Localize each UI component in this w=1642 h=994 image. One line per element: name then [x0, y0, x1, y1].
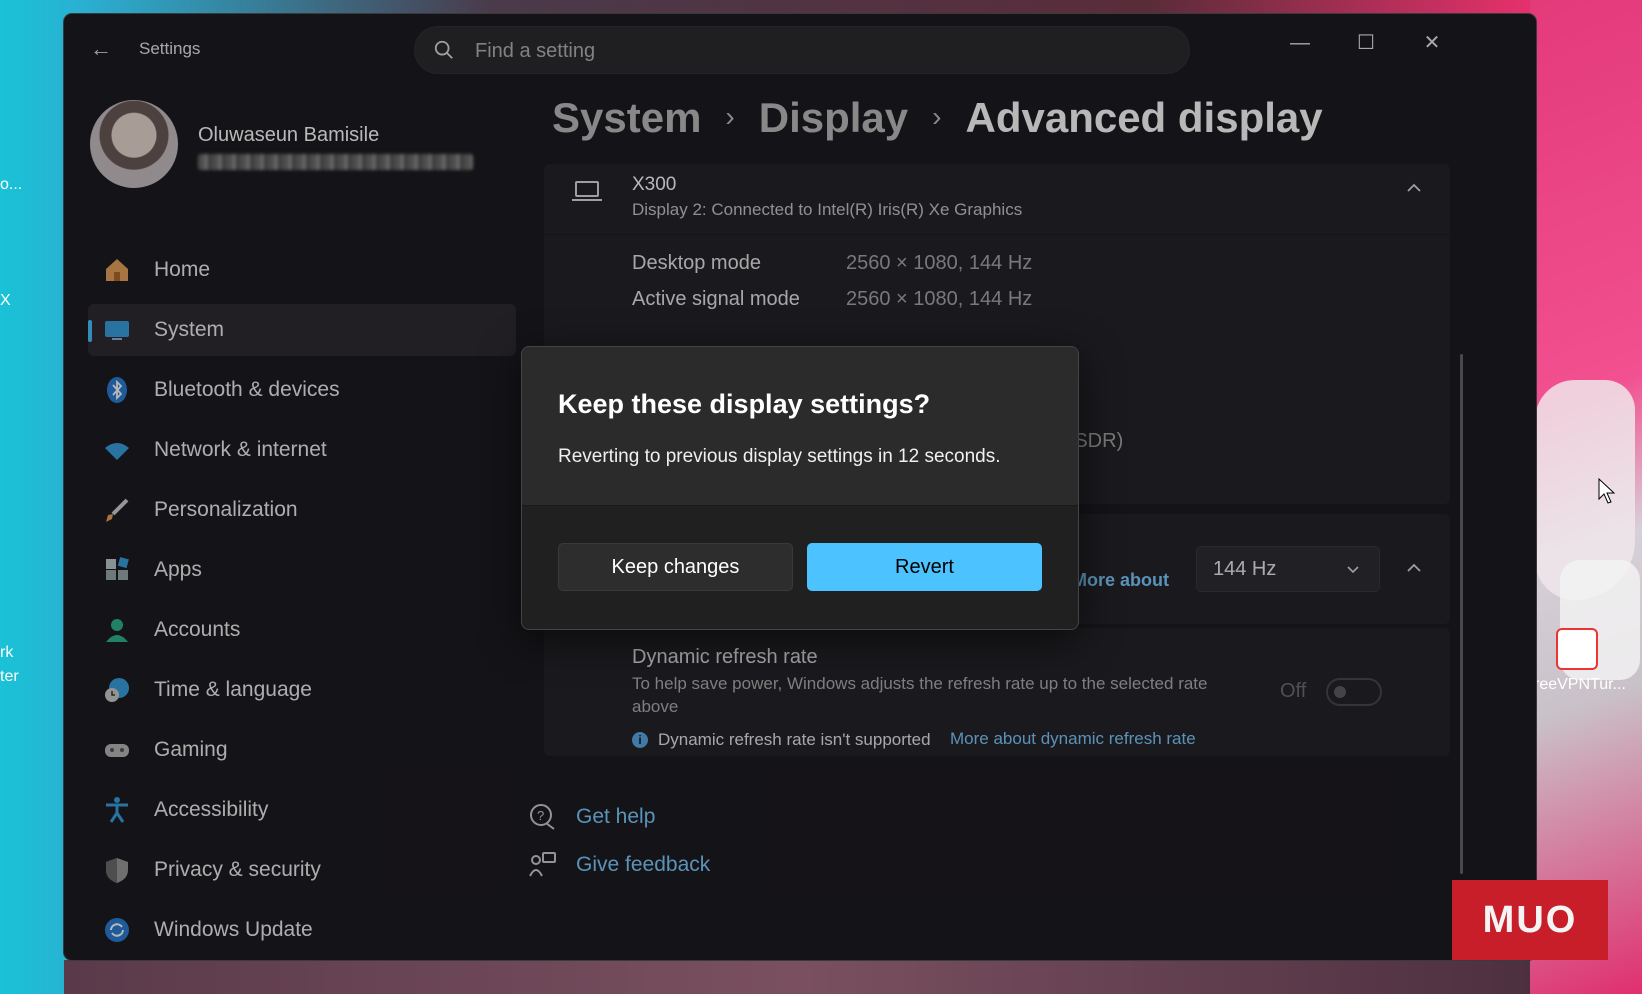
keep-changes-button[interactable]: Keep changes	[558, 543, 793, 591]
watermark-logo: MUO	[1452, 880, 1608, 960]
mouse-cursor-icon	[1598, 478, 1616, 504]
dialog-body: Keep these display settings? Reverting t…	[522, 347, 1078, 505]
desktop-icon-label[interactable]: reeVPNTur...	[1534, 676, 1642, 694]
desktop-wallpaper	[64, 960, 1530, 994]
desktop-icon-label[interactable]: ter	[0, 668, 19, 686]
desktop-icon-label[interactable]: o...	[0, 176, 22, 194]
dialog-message: Reverting to previous display settings i…	[558, 446, 1001, 467]
revert-button[interactable]: Revert	[807, 543, 1042, 591]
desktop-icon-label[interactable]: X	[0, 292, 11, 310]
vpn-app-icon[interactable]	[1556, 628, 1598, 670]
dialog-footer: Keep changes Revert	[522, 505, 1078, 629]
dialog-title: Keep these display settings?	[558, 389, 931, 419]
desktop-icon-label[interactable]: rk	[0, 644, 13, 662]
keep-settings-dialog: Keep these display settings? Reverting t…	[521, 346, 1079, 630]
